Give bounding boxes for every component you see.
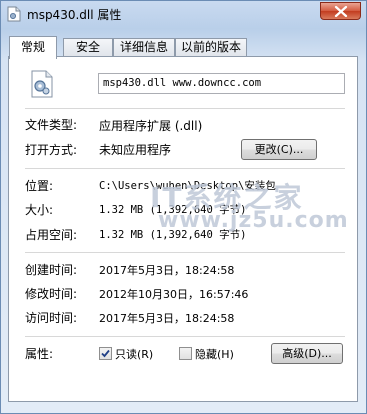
dll-file-icon (7, 6, 21, 22)
created-value: 2017年5月3日，18:24:58 (99, 264, 235, 277)
accessed-label: 访问时间: (25, 311, 78, 325)
dll-gear-icon (31, 70, 53, 98)
opens-with-label: 打开方式: (25, 143, 78, 157)
tab-security[interactable]: 安全 (63, 38, 113, 57)
file-type-value: 应用程序扩展 (.dll) (99, 119, 203, 133)
separator (25, 108, 345, 109)
separator (25, 168, 345, 169)
separator (25, 252, 345, 253)
checkmark-icon (101, 349, 110, 358)
size-on-disk-value: 1.32 MB (1,392,640 字节) (99, 229, 247, 241)
size-value: 1.32 MB (1,392,640 字节) (99, 204, 247, 216)
separator (25, 336, 345, 337)
hidden-checkbox[interactable] (179, 347, 192, 360)
tab-previous-versions[interactable]: 以前的版本 (175, 38, 247, 57)
accessed-value: 2017年5月3日，18:24:58 (99, 312, 235, 325)
close-icon (334, 6, 348, 17)
tab-general[interactable]: 常规 (9, 36, 57, 59)
location-label: 位置: (25, 179, 54, 193)
file-type-label: 文件类型: (25, 118, 78, 132)
file-name-input[interactable]: msp430.dll www.downcc.com (98, 73, 345, 94)
advanced-button[interactable]: 高级(D)... (271, 343, 343, 364)
close-button[interactable] (320, 2, 361, 20)
size-label: 大小: (25, 203, 54, 217)
attributes-label: 属性: (25, 347, 54, 361)
readonly-checkbox[interactable] (99, 347, 112, 360)
modified-label: 修改时间: (25, 287, 78, 301)
created-label: 创建时间: (25, 263, 78, 277)
opens-with-value: 未知应用程序 (99, 143, 172, 157)
tab-details[interactable]: 详细信息 (113, 38, 175, 57)
readonly-label[interactable]: 只读(R) (115, 346, 153, 362)
size-on-disk-label: 占用空间: (25, 228, 78, 242)
window-title: msp430.dll 属性 (27, 8, 122, 22)
hidden-label[interactable]: 隐藏(H) (195, 346, 234, 362)
location-value: C:\Users\wuhen\Desktop\安装包 (99, 180, 276, 192)
change-button[interactable]: 更改(C)... (241, 139, 317, 160)
modified-value: 2012年10月30日，16:57:46 (99, 288, 249, 301)
